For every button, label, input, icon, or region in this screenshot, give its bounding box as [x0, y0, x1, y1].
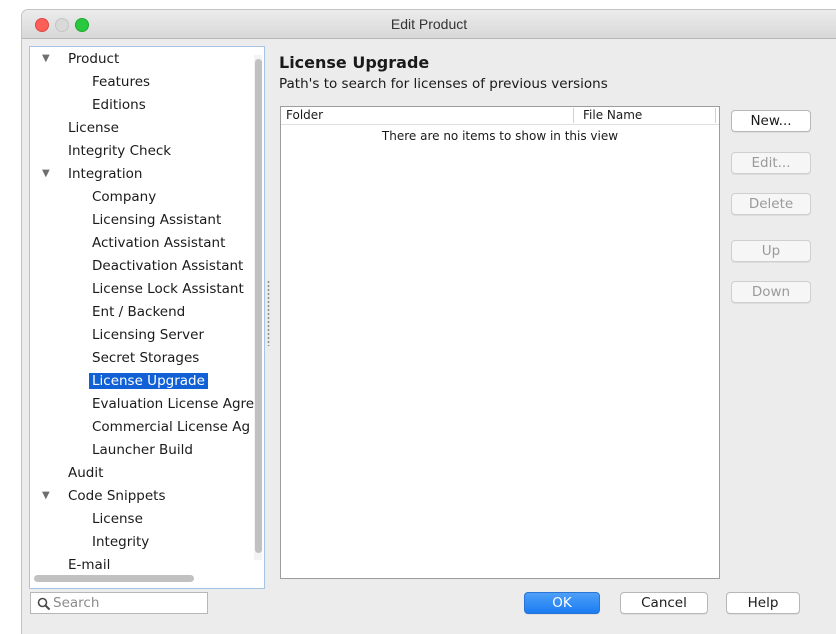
tree-item-company[interactable]: Company — [92, 187, 156, 207]
window-title: Edit Product — [390, 16, 468, 32]
down-button[interactable]: Down — [731, 281, 811, 303]
title-bar[interactable]: Edit Product — [22, 10, 836, 39]
license-paths-table[interactable]: Folder File Name There are no items to s… — [280, 106, 720, 579]
column-divider[interactable] — [715, 108, 716, 123]
panel-subtitle: Path's to search for licenses of previou… — [279, 76, 608, 92]
edit-button[interactable]: Edit... — [731, 152, 811, 174]
empty-table-message: There are no items to show in this view — [381, 129, 619, 143]
up-button[interactable]: Up — [731, 240, 811, 262]
tree-item-secret-storages[interactable]: Secret Storages — [92, 348, 199, 368]
expanded-triangle-icon[interactable]: ▼ — [42, 49, 56, 69]
ok-button[interactable]: OK — [524, 592, 600, 614]
delete-button[interactable]: Delete — [731, 193, 811, 215]
tree-item-features[interactable]: Features — [92, 72, 150, 92]
expanded-triangle-icon[interactable]: ▼ — [42, 164, 56, 184]
tree-item-licensing-server[interactable]: Licensing Server — [92, 325, 204, 345]
search-placeholder: Search — [53, 595, 100, 611]
tree-item-deactivation-assistant[interactable]: Deactivation Assistant — [92, 256, 243, 276]
tree-item-editions[interactable]: Editions — [92, 95, 146, 115]
tree-item-evaluation-license-agreement[interactable]: Evaluation License Agre — [92, 394, 254, 414]
tree-item-integrity-check[interactable]: Integrity Check — [68, 141, 171, 161]
column-divider[interactable] — [573, 108, 574, 123]
tree-item-snippet-license[interactable]: License — [92, 509, 143, 529]
search-field[interactable]: Search — [30, 592, 208, 614]
column-header-folder[interactable]: Folder — [286, 107, 323, 124]
split-pane-divider-handle[interactable] — [267, 280, 270, 346]
tree-item-license-lock-assistant[interactable]: License Lock Assistant — [92, 279, 244, 299]
tree-item-code-snippets[interactable]: ▼ Code Snippets — [42, 486, 166, 506]
tree-item-product[interactable]: ▼ Product — [42, 49, 119, 69]
tree-vertical-scrollbar-thumb[interactable] — [255, 59, 262, 553]
tree-item-launcher-build[interactable]: Launcher Build — [92, 440, 193, 460]
tree-item-snippet-integrity[interactable]: Integrity — [92, 532, 149, 552]
tree-item-integration[interactable]: ▼ Integration — [42, 164, 142, 184]
search-icon — [37, 597, 51, 611]
table-header: Folder File Name — [281, 107, 719, 125]
tree-horizontal-scrollbar-thumb[interactable] — [34, 575, 194, 582]
column-header-file-name[interactable]: File Name — [583, 107, 642, 124]
new-button[interactable]: New... — [731, 110, 811, 132]
expanded-triangle-icon[interactable]: ▼ — [42, 486, 56, 506]
tree-item-activation-assistant[interactable]: Activation Assistant — [92, 233, 225, 253]
tree-item-commercial-license-agreement[interactable]: Commercial License Ag — [92, 417, 250, 437]
product-tree[interactable]: ▼ Product Features Editions License Inte… — [29, 46, 265, 589]
tree-item-license[interactable]: License — [68, 118, 119, 138]
cancel-button[interactable]: Cancel — [620, 592, 708, 614]
edit-product-window: Edit Product ▼ Product Features Editions… — [22, 10, 836, 634]
tree-item-license-upgrade[interactable]: License Upgrade — [89, 371, 208, 391]
panel-title: License Upgrade — [279, 53, 430, 72]
help-button[interactable]: Help — [726, 592, 800, 614]
tree-item-audit[interactable]: Audit — [68, 463, 103, 483]
tree-item-licensing-assistant[interactable]: Licensing Assistant — [92, 210, 221, 230]
tree-item-ent-backend[interactable]: Ent / Backend — [92, 302, 185, 322]
tree-item-email[interactable]: E-mail — [68, 555, 110, 575]
